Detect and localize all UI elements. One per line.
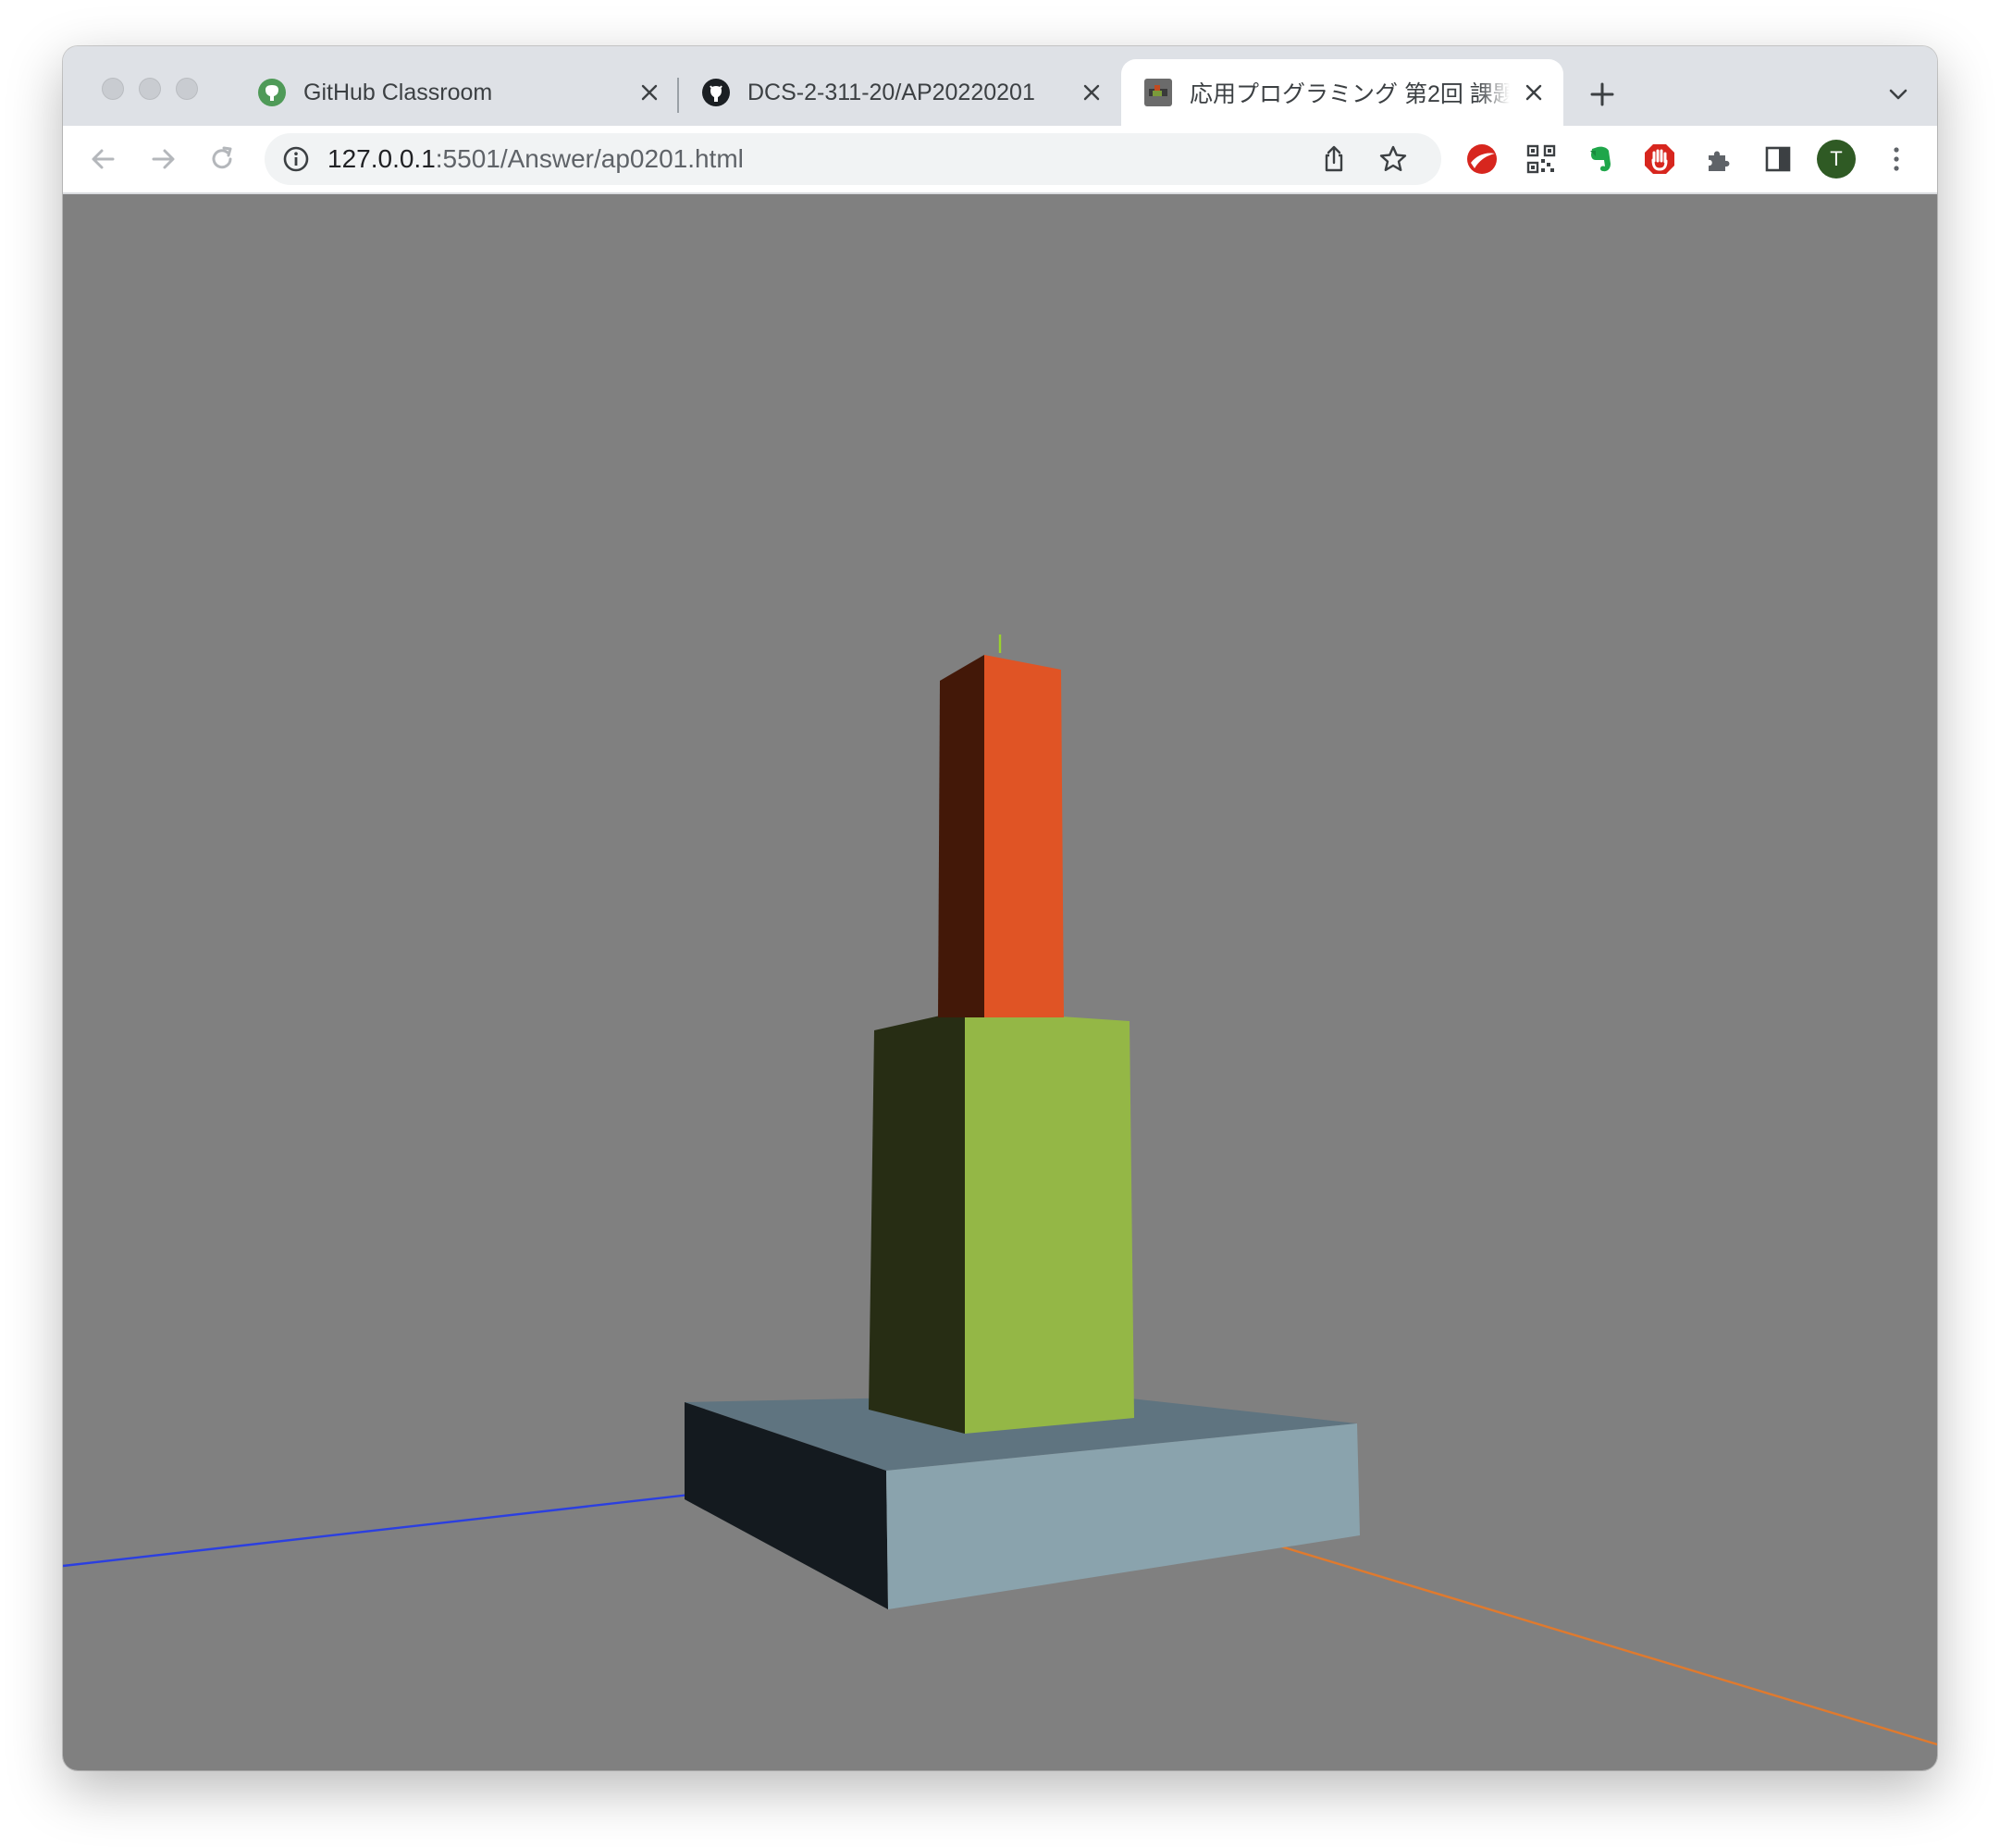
extensions-puzzle-icon[interactable] <box>1698 139 1739 179</box>
plus-icon <box>1590 82 1614 106</box>
adblock-extension-icon[interactable] <box>1639 139 1680 179</box>
tab-close-icon[interactable] <box>1077 78 1106 107</box>
github-classroom-icon <box>257 78 287 107</box>
tab-github-repo[interactable]: DCS-2-311-20/AP20220201 <box>679 59 1121 126</box>
new-tab-button[interactable] <box>1584 76 1621 113</box>
tab-title: 応用プログラミング 第2回 課題1 (a <box>1190 81 1510 107</box>
tab-strip: GitHub Classroom DCS-2-311-20/AP20220201 <box>63 46 1937 126</box>
evernote-extension-icon[interactable] <box>1580 139 1621 179</box>
tab-active-page[interactable]: 応用プログラミング 第2回 課題1 (a <box>1121 59 1563 126</box>
window-minimize-button[interactable] <box>139 78 161 100</box>
profile-avatar[interactable]: T <box>1817 140 1856 179</box>
window-zoom-button[interactable] <box>176 78 198 100</box>
middle-box-front-face <box>965 1010 1134 1434</box>
tab-close-icon[interactable] <box>635 78 664 107</box>
tab-title: GitHub Classroom <box>303 79 493 105</box>
site-info-icon[interactable] <box>281 144 311 174</box>
tab-close-icon[interactable] <box>1519 78 1549 107</box>
reload-button[interactable] <box>202 139 242 179</box>
back-button[interactable] <box>83 139 124 179</box>
three-d-scene <box>63 634 1937 1746</box>
tab-github-classroom[interactable]: GitHub Classroom <box>235 59 679 126</box>
top-box-front-face <box>984 655 1064 1017</box>
share-icon[interactable] <box>1317 142 1351 176</box>
bookmark-star-icon[interactable] <box>1377 142 1410 176</box>
trend-micro-extension-icon[interactable] <box>1462 139 1502 179</box>
middle-box-side-face <box>869 1010 965 1434</box>
url-host: 127.0.0.1 <box>327 144 436 173</box>
side-panel-icon[interactable] <box>1758 139 1798 179</box>
address-bar[interactable]: 127.0.0.1:5501/Answer/ap0201.html <box>265 133 1441 185</box>
tab-search-button[interactable] <box>1880 76 1917 113</box>
chevron-down-icon <box>1889 89 1907 100</box>
menu-kebab-icon[interactable] <box>1876 139 1917 179</box>
reload-icon <box>212 146 232 169</box>
top-box-side-face <box>938 655 984 1017</box>
arrow-right-icon <box>152 149 175 169</box>
url-text[interactable]: 127.0.0.1:5501/Answer/ap0201.html <box>327 133 744 185</box>
tab-title: DCS-2-311-20/AP20220201 <box>747 79 1035 105</box>
browser-toolbar: 127.0.0.1:5501/Answer/ap0201.html T <box>63 126 1937 194</box>
qr-code-extension-icon[interactable] <box>1521 139 1562 179</box>
browser-window: GitHub Classroom DCS-2-311-20/AP20220201 <box>63 46 1937 1770</box>
three-js-page-icon <box>1143 78 1173 107</box>
z-axis-line <box>63 1484 772 1568</box>
url-path: :5501/Answer/ap0201.html <box>435 144 744 173</box>
forward-button[interactable] <box>142 139 183 179</box>
webgl-canvas[interactable] <box>63 194 1937 1770</box>
window-close-button[interactable] <box>102 78 124 100</box>
arrow-left-icon <box>92 149 115 169</box>
github-icon <box>701 78 731 107</box>
